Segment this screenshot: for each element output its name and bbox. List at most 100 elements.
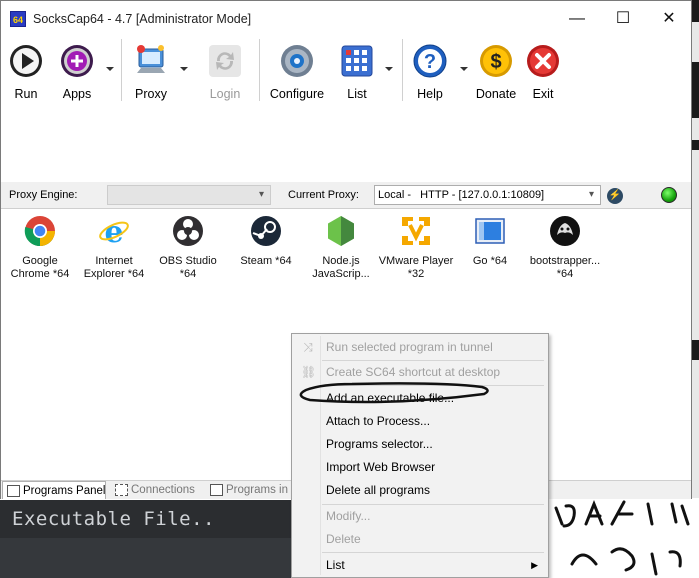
toolbar-separator (259, 39, 260, 101)
run-label: Run (14, 87, 38, 101)
tab-programs-in-tunnel[interactable]: Programs in T (206, 481, 294, 499)
apps-label: Apps (62, 87, 92, 101)
list-label: List (347, 87, 367, 101)
menu-programs-selector[interactable]: Programs selector... (294, 433, 546, 455)
dollar-coin-icon: $ (480, 45, 512, 77)
apps-plus-icon (61, 45, 93, 77)
configure-button[interactable]: Configure (266, 41, 328, 101)
proxy-engine-label: Proxy Engine: (9, 189, 78, 201)
menu-create-shortcut[interactable]: ⛓ Create SC64 shortcut at desktop (294, 361, 546, 383)
help-dropdown-arrow[interactable] (460, 67, 468, 71)
apps-button[interactable]: Apps (53, 41, 101, 101)
current-proxy-select[interactable]: Local - HTTP - [127.0.0.1:10809] ▾ (374, 185, 601, 205)
menu-modify[interactable]: Modify... (294, 505, 546, 527)
proxy-label: Proxy (135, 87, 167, 101)
menu-item-label: Attach to Process... (326, 414, 431, 428)
chevron-down-icon: ▾ (258, 189, 265, 200)
donate-button[interactable]: $ Donate (472, 41, 520, 101)
menu-item-label: Delete (326, 532, 361, 546)
obs-icon (173, 216, 203, 246)
screen: Executable File.. 64 SocksCap64 - 4.7 [A… (0, 0, 699, 578)
toolbar-separator (402, 39, 403, 101)
proxy-bar: Proxy Engine: ▾ Current Proxy: Local - H… (1, 182, 691, 209)
gear-icon (281, 45, 313, 77)
close-button[interactable]: ✕ (646, 1, 692, 37)
login-button[interactable]: Login (200, 41, 250, 101)
tunnel-icon (210, 484, 223, 496)
program-item[interactable]: VMware Player *32 (376, 215, 456, 281)
program-name: bootstrapper... *64 (529, 255, 601, 280)
menu-item-label: Programs selector... (326, 437, 433, 451)
tab-label: Connections (131, 484, 195, 496)
terminal-text: Executable File.. (12, 508, 215, 530)
context-menu: ⤨ Run selected program in tunnel ⛓ Creat… (291, 333, 549, 578)
steam-icon (251, 216, 281, 246)
help-button[interactable]: ? Help (408, 41, 452, 101)
submenu-arrow-icon: ▶ (531, 560, 538, 570)
program-item[interactable]: e Internet Explorer *64 (76, 215, 152, 281)
list-button[interactable]: List (334, 41, 380, 101)
proxy-button[interactable]: Proxy (125, 41, 177, 101)
window-title: SocksCap64 - 4.7 [Administrator Mode] (33, 12, 252, 26)
lightning-icon[interactable]: ⚡ (607, 188, 623, 204)
configure-label: Configure (269, 87, 325, 101)
toolbar-separator (121, 39, 122, 101)
program-item[interactable]: Google Chrome *64 (2, 215, 78, 281)
login-sync-icon (209, 45, 241, 77)
list-grid-icon (341, 45, 373, 77)
program-name: Internet Explorer *64 (83, 255, 145, 280)
menu-item-label: Import Web Browser (326, 460, 436, 474)
menu-add-executable[interactable]: Add an executable file... (294, 387, 546, 409)
title-bar[interactable]: 64 SocksCap64 - 4.7 [Administrator Mode]… (1, 1, 691, 37)
program-item[interactable]: Node.js JavaScrip... (303, 215, 379, 281)
menu-attach-process[interactable]: Attach to Process... (294, 410, 546, 432)
program-item[interactable]: bootstrapper... *64 (525, 215, 605, 281)
programs-panel-icon (7, 485, 20, 497)
svg-text:e: e (104, 215, 123, 247)
menu-delete-all[interactable]: Delete all programs (294, 479, 546, 501)
exit-x-icon (527, 45, 559, 77)
proxy-engine-select[interactable]: ▾ (107, 185, 271, 205)
menu-list-submenu[interactable]: List ▶ (294, 554, 546, 576)
menu-import-browser[interactable]: Import Web Browser (294, 456, 546, 478)
chevron-down-icon: ▾ (588, 189, 595, 200)
exit-button[interactable]: Exit (522, 41, 564, 101)
program-item[interactable]: OBS Studio *64 (150, 215, 226, 281)
nodejs-icon (328, 216, 354, 246)
play-icon (10, 45, 42, 77)
list-dropdown-arrow[interactable] (385, 67, 393, 71)
menu-item-label: List (326, 558, 345, 572)
maximize-button[interactable]: ☐ (600, 1, 646, 37)
menu-item-label: Delete all programs (326, 483, 431, 497)
run-button[interactable]: Run (3, 41, 49, 101)
program-name: Go *64 (472, 255, 508, 267)
help-label: Help (417, 87, 443, 101)
tab-programs-panel[interactable]: Programs Panel (2, 481, 106, 499)
program-item[interactable]: Steam *64 (228, 215, 304, 268)
program-name: Node.js JavaScrip... (312, 255, 370, 280)
tab-connections[interactable]: Connections (111, 481, 203, 499)
link-icon: ⛓ (301, 365, 317, 379)
menu-delete[interactable]: Delete (294, 528, 546, 550)
program-item[interactable]: Go *64 (452, 215, 528, 268)
menu-separator (322, 552, 544, 553)
proxy-dropdown-arrow[interactable] (180, 67, 188, 71)
tab-label: Programs Panel (23, 485, 106, 497)
program-name: OBS Studio *64 (159, 255, 217, 280)
internet-explorer-icon: e (99, 215, 129, 250)
apps-dropdown-arrow[interactable] (106, 67, 114, 71)
menu-separator (322, 385, 544, 386)
vmware-icon (402, 217, 430, 245)
menu-item-label: Add an executable file... (326, 391, 455, 405)
current-proxy-value: Local - HTTP - [127.0.0.1:10809] (378, 189, 545, 201)
toolbar: Run Apps Proxy Login Configure List ? He… (1, 37, 691, 103)
app-logo-icon: 64 (10, 11, 26, 27)
shuffle-icon: ⤨ (303, 340, 313, 354)
minimize-button[interactable]: — (554, 1, 600, 37)
current-proxy-label: Current Proxy: (288, 189, 359, 201)
menu-run-in-tunnel[interactable]: ⤨ Run selected program in tunnel (294, 336, 546, 358)
terminal-window: Executable File.. (0, 500, 292, 578)
go-icon (475, 218, 505, 244)
bootstrapper-icon (550, 216, 580, 246)
program-name: VMware Player *32 (378, 255, 454, 280)
